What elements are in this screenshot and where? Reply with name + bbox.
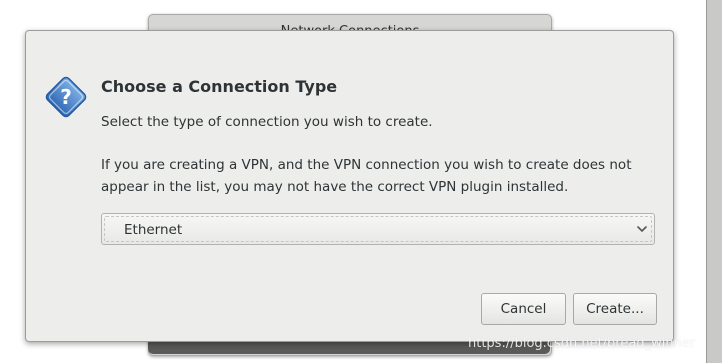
right-edge-strip bbox=[706, 0, 722, 363]
dialog-heading: Choose a Connection Type bbox=[101, 77, 338, 96]
connection-type-select[interactable]: Ethernet bbox=[101, 213, 655, 245]
create-button[interactable]: Create... bbox=[573, 293, 657, 325]
connection-type-dialog: ? Choose a Connection Type Select the ty… bbox=[25, 30, 674, 342]
cancel-button[interactable]: Cancel bbox=[481, 293, 566, 325]
selected-connection-type: Ethernet bbox=[124, 222, 183, 238]
question-icon: ? bbox=[45, 76, 87, 118]
dialog-subtitle: Select the type of connection you wish t… bbox=[101, 114, 433, 130]
vpn-note: If you are creating a VPN, and the VPN c… bbox=[101, 157, 632, 195]
chevron-down-icon bbox=[637, 226, 647, 233]
watermark-text: https://blog.csdn.net/bread_winner bbox=[468, 336, 696, 351]
svg-text:?: ? bbox=[60, 85, 72, 109]
select-focus-ring bbox=[104, 216, 652, 242]
